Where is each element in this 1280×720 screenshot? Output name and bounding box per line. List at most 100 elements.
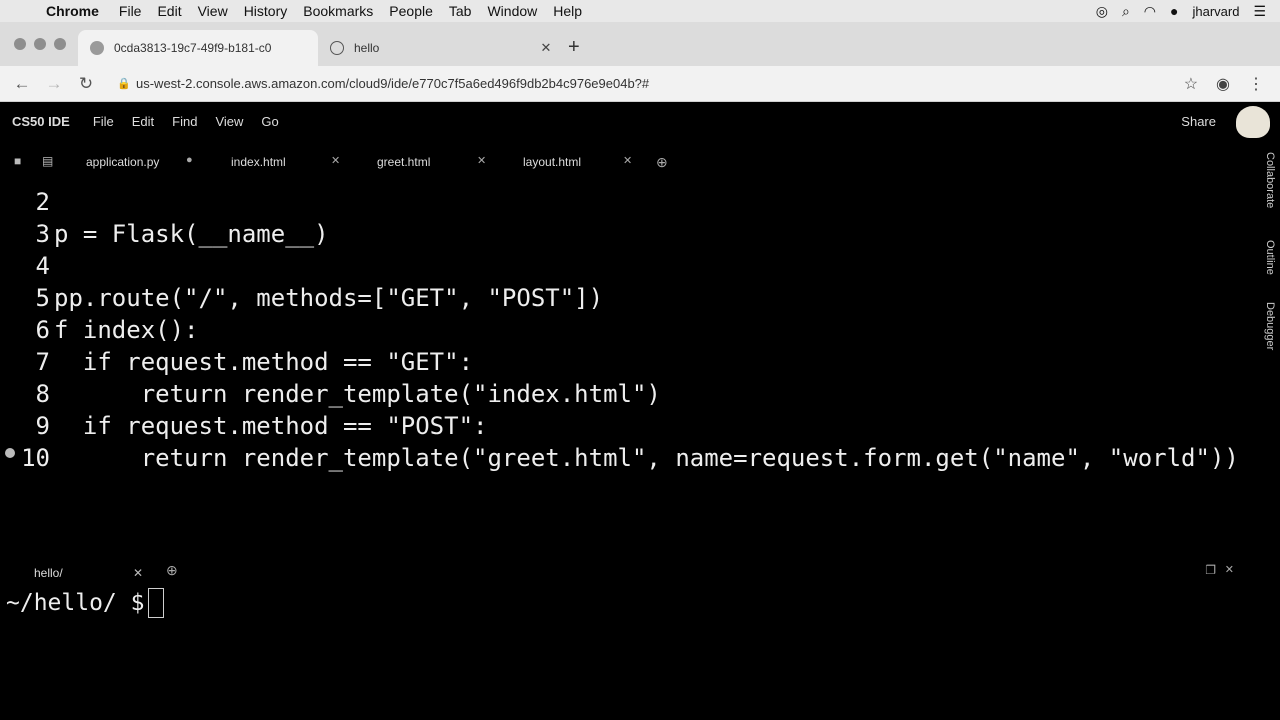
editor-tab-greet-html[interactable]: greet.html xyxy=(377,155,430,169)
code-text: f index(): xyxy=(54,316,199,344)
code-text: p = Flask(__name__) xyxy=(54,220,329,248)
browser-tab-title: 0cda3813-19c7-49f9-b181-c0 xyxy=(114,41,272,55)
terminal-prompt: ~/hello/ $ xyxy=(6,590,145,616)
browser-tab-strip: 0cda3813-19c7-49f9-b181-c0 hello ✕ + xyxy=(0,22,1280,66)
code-line: 8 return render_template("index.html") xyxy=(0,378,661,410)
globe-favicon-icon xyxy=(330,41,344,55)
menu-history[interactable]: History xyxy=(236,3,296,19)
code-line: 4 xyxy=(0,250,54,282)
notification-center-icon[interactable]: ☰ xyxy=(1253,3,1266,20)
line-number: 5 xyxy=(35,284,50,312)
code-text: pp.route("/", methods=["GET", "POST"]) xyxy=(54,284,604,312)
ide-menu-edit[interactable]: Edit xyxy=(123,114,163,129)
menu-people[interactable]: People xyxy=(381,3,441,19)
menubar-user-name[interactable]: jharvard xyxy=(1192,4,1239,19)
window-zoom-button[interactable] xyxy=(54,38,66,50)
add-editor-tab-icon[interactable]: ⊕ xyxy=(656,154,668,171)
outline-panel-tab[interactable]: Outline xyxy=(1264,240,1276,275)
user-icon[interactable]: ● xyxy=(1170,3,1178,19)
editor-tab-application-py[interactable]: application.py xyxy=(86,155,159,169)
code-text: return render_template("index.html") xyxy=(54,380,661,408)
right-side-panel: Collaborate Outline Debugger xyxy=(1254,148,1280,448)
code-line: 6f index(): xyxy=(0,314,199,346)
reload-icon[interactable]: ↻ xyxy=(70,74,102,94)
creative-cloud-icon[interactable]: ◎ xyxy=(1096,3,1108,20)
line-number: 8 xyxy=(35,380,50,408)
macos-menu-bar: Chrome File Edit View History Bookmarks … xyxy=(0,0,1280,22)
cloud9-favicon-icon xyxy=(90,41,104,55)
menu-help[interactable]: Help xyxy=(545,3,590,19)
ide-menu-bar: CS50 IDE File Edit Find View Go xyxy=(0,102,1280,140)
terminal[interactable]: ~/hello/ $ xyxy=(6,588,165,618)
code-line: 10 return render_template("greet.html", … xyxy=(0,442,1239,474)
forward-arrow-icon[interactable]: → xyxy=(38,74,70,94)
ide-workspace: CS50 IDE File Edit Find View Go Share ■ … xyxy=(0,102,1280,720)
new-tab-icon[interactable]: + xyxy=(568,36,580,59)
close-panel-icon[interactable]: ✕ xyxy=(1225,563,1234,576)
terminal-tab-bar: hello/ ✕ ⊕ ❐ ✕ xyxy=(0,560,1280,584)
line-number: 10 xyxy=(21,444,50,472)
ide-menu-go[interactable]: Go xyxy=(252,114,287,129)
line-number: 2 xyxy=(35,188,50,216)
terminal-tab[interactable]: hello/ xyxy=(34,566,63,580)
line-number: 7 xyxy=(35,348,50,376)
window-minimize-button[interactable] xyxy=(34,38,46,50)
editor-tab-layout-html[interactable]: layout.html xyxy=(523,155,581,169)
add-terminal-tab-icon[interactable]: ⊕ xyxy=(166,562,178,579)
browser-tab-hello[interactable]: hello ✕ xyxy=(318,30,558,66)
editor-tab-bar: ■ ▤ application.py ● index.html ✕ greet.… xyxy=(0,148,1240,176)
code-line: 3p = Flask(__name__) xyxy=(0,218,329,250)
code-editor[interactable]: 2 3p = Flask(__name__) 4 5 pp.route("/", … xyxy=(0,186,1250,486)
browser-toolbar: ← → ↻ 🔒 us-west-2.console.aws.amazon.com… xyxy=(0,66,1280,102)
unsaved-dot-icon[interactable]: ● xyxy=(186,154,193,166)
line-number: 6 xyxy=(35,316,50,344)
collaborate-panel-tab[interactable]: Collaborate xyxy=(1264,152,1276,208)
code-text: if request.method == "POST": xyxy=(54,412,488,440)
menu-edit[interactable]: Edit xyxy=(149,3,189,19)
close-terminal-tab-icon[interactable]: ✕ xyxy=(133,566,143,580)
profile-icon[interactable]: ◉ xyxy=(1216,74,1230,94)
line-number: 9 xyxy=(35,412,50,440)
menu-file[interactable]: File xyxy=(111,3,150,19)
window-close-button[interactable] xyxy=(14,38,26,50)
close-editor-tab-icon[interactable]: ✕ xyxy=(477,154,486,167)
close-editor-tab-icon[interactable]: ✕ xyxy=(331,154,340,167)
debugger-panel-tab[interactable]: Debugger xyxy=(1264,302,1276,350)
wifi-icon[interactable]: ◠ xyxy=(1144,3,1156,20)
close-tab-icon[interactable]: ✕ xyxy=(534,40,558,56)
duck-avatar-icon[interactable] xyxy=(1236,106,1270,138)
code-line: 7 if request.method == "GET": xyxy=(0,346,473,378)
spotlight-search-icon[interactable]: ⌕ xyxy=(1122,3,1130,20)
address-url[interactable]: us-west-2.console.aws.amazon.com/cloud9/… xyxy=(136,76,649,91)
folder-icon[interactable]: ■ xyxy=(14,154,21,168)
lock-icon[interactable]: 🔒 xyxy=(112,77,136,90)
browser-tab-ide[interactable]: 0cda3813-19c7-49f9-b181-c0 xyxy=(78,30,318,66)
code-text: if request.method == "GET": xyxy=(54,348,474,376)
editor-tab-index-html[interactable]: index.html xyxy=(231,155,286,169)
ide-brand[interactable]: CS50 IDE xyxy=(0,114,84,129)
menu-window[interactable]: Window xyxy=(479,3,545,19)
menu-view[interactable]: View xyxy=(190,3,236,19)
more-menu-icon[interactable]: ⋮ xyxy=(1248,74,1264,94)
back-arrow-icon[interactable]: ← xyxy=(6,74,38,94)
maximize-panel-icon[interactable]: ❐ xyxy=(1205,563,1216,577)
code-line: 2 xyxy=(0,186,54,218)
address-bar[interactable]: 🔒 us-west-2.console.aws.amazon.com/cloud… xyxy=(112,70,1182,98)
ide-menu-find[interactable]: Find xyxy=(163,114,206,129)
outline-toggle-icon[interactable]: ▤ xyxy=(42,154,53,168)
toolbar-actions: ☆ ◉ ⋮ xyxy=(1184,74,1280,94)
share-button[interactable]: Share xyxy=(1181,114,1216,129)
terminal-cursor xyxy=(148,588,165,618)
menu-bookmarks[interactable]: Bookmarks xyxy=(295,3,381,19)
ide-menu-file[interactable]: File xyxy=(84,114,123,129)
code-line: 5 pp.route("/", methods=["GET", "POST"]) xyxy=(0,282,604,314)
close-editor-tab-icon[interactable]: ✕ xyxy=(623,154,632,167)
browser-tab-title: hello xyxy=(354,41,380,55)
line-number: 3 xyxy=(35,220,50,248)
menu-tab[interactable]: Tab xyxy=(441,3,480,19)
bookmark-star-icon[interactable]: ☆ xyxy=(1184,74,1198,94)
ide-menu-view[interactable]: View xyxy=(206,114,252,129)
code-text: return render_template("greet.html", nam… xyxy=(54,444,1239,472)
menubar-status-area: ◎ ⌕ ◠ ● jharvard ☰ xyxy=(1096,3,1280,20)
menu-app-chrome[interactable]: Chrome xyxy=(40,3,111,19)
